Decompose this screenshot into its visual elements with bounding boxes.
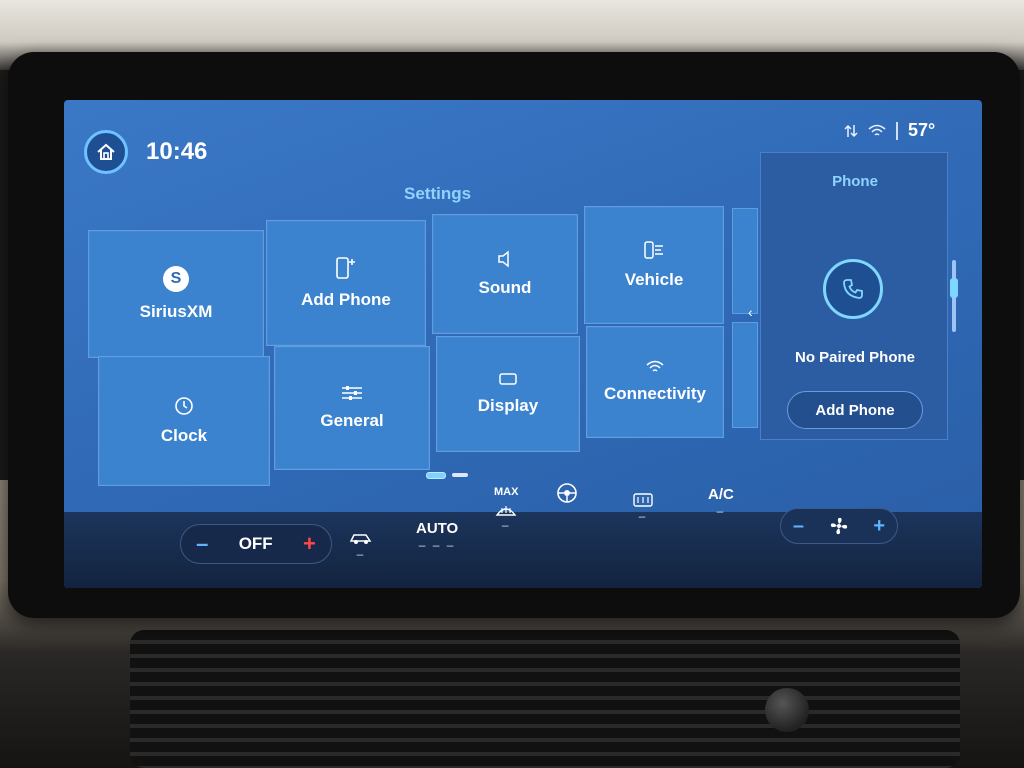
temp-decrease-button[interactable]: – (196, 531, 208, 557)
outside-temperature: 57° (908, 120, 936, 140)
tile-general[interactable]: General (274, 346, 430, 470)
tile-siriusxm[interactable]: S SiriusXM (88, 230, 264, 358)
indicator: – (716, 504, 726, 518)
driver-temp-value: OFF (238, 534, 273, 553)
tile-peek[interactable] (732, 208, 758, 314)
tile-label: Clock (160, 426, 208, 445)
air-vent (130, 630, 960, 768)
tile-vehicle[interactable]: Vehicle (584, 206, 724, 324)
wifi-icon (868, 124, 886, 136)
recirculation-button[interactable]: – (348, 530, 374, 561)
home-button[interactable] (84, 130, 128, 174)
clock-icon (175, 397, 193, 415)
rear-defrost-icon (633, 493, 653, 507)
tile-peek[interactable] (732, 322, 758, 428)
page-title: Settings (404, 184, 472, 203)
driver-temp-control: – OFF + (180, 524, 332, 564)
tile-connectivity[interactable]: Connectivity (586, 326, 724, 438)
page-dot (452, 473, 468, 477)
add-phone-button[interactable]: Add Phone (787, 391, 923, 429)
tile-sound[interactable]: Sound (432, 214, 578, 334)
vent-knob[interactable] (765, 688, 809, 732)
phone-panel: Phone No Paired Phone Add Phone (760, 152, 948, 440)
front-defrost-icon (495, 506, 517, 516)
phone-button[interactable] (823, 259, 883, 319)
add-phone-icon (336, 257, 355, 279)
infotainment-screen: 10:46 57° Settings S SiriusXM Add Phone … (64, 100, 982, 588)
vehicle-icon (644, 241, 663, 259)
phone-icon (843, 279, 863, 299)
chevron-left-icon[interactable]: ‹ (748, 304, 753, 320)
max-defrost-button[interactable]: MAX – (494, 486, 519, 532)
tile-label: Display (477, 396, 539, 415)
ac-button[interactable]: A/C – (708, 486, 734, 518)
tile-label: General (320, 411, 384, 430)
tile-label: Connectivity (603, 384, 707, 403)
phone-panel-title: Phone (832, 173, 878, 190)
status-icons: 57° (844, 120, 935, 141)
indicator: – (356, 547, 366, 561)
fan-decrease-button[interactable]: – (793, 515, 804, 538)
tile-display[interactable]: Display (436, 336, 580, 452)
display-icon (499, 373, 517, 385)
fan-increase-button[interactable]: + (873, 515, 885, 538)
scrollbar-thumb[interactable] (950, 278, 958, 298)
page-dot-active (426, 472, 446, 479)
tile-add-phone[interactable]: Add Phone (266, 220, 426, 346)
tile-label: Sound (478, 278, 532, 297)
data-transfer-icon (844, 124, 858, 137)
max-label: MAX (494, 486, 519, 498)
rear-defrost-button[interactable]: – (632, 492, 654, 523)
auto-indicator: – – – (418, 538, 456, 552)
fan-icon (830, 517, 847, 535)
siriusxm-icon: S (163, 266, 189, 292)
climate-bar: – OFF + – AUTO – – – MAX – – A/C – – + (64, 483, 982, 588)
speaker-icon (498, 250, 509, 268)
fan-speed-control: – + (780, 508, 898, 544)
tile-label: Vehicle (624, 270, 684, 289)
indicator: – (638, 509, 648, 523)
tile-label: SiriusXM (139, 302, 213, 321)
heated-steering-wheel-icon (557, 483, 577, 503)
phone-status: No Paired Phone (794, 349, 916, 366)
tile-label: Add Phone (301, 290, 391, 309)
heated-wheel-button[interactable] (554, 480, 580, 506)
sliders-icon (342, 386, 362, 400)
recirculation-icon (349, 534, 372, 544)
auto-label: AUTO (416, 520, 459, 537)
ac-label: A/C (708, 486, 734, 503)
tile-clock[interactable]: Clock (98, 356, 270, 486)
indicator: – (501, 518, 511, 532)
status-clock: 10:46 (146, 138, 208, 165)
wifi-icon (646, 360, 664, 372)
status-divider (896, 121, 898, 140)
page-indicator (426, 472, 468, 479)
home-icon (97, 143, 115, 160)
temp-increase-button[interactable]: + (303, 531, 316, 557)
auto-button[interactable]: AUTO – – – (416, 520, 459, 552)
